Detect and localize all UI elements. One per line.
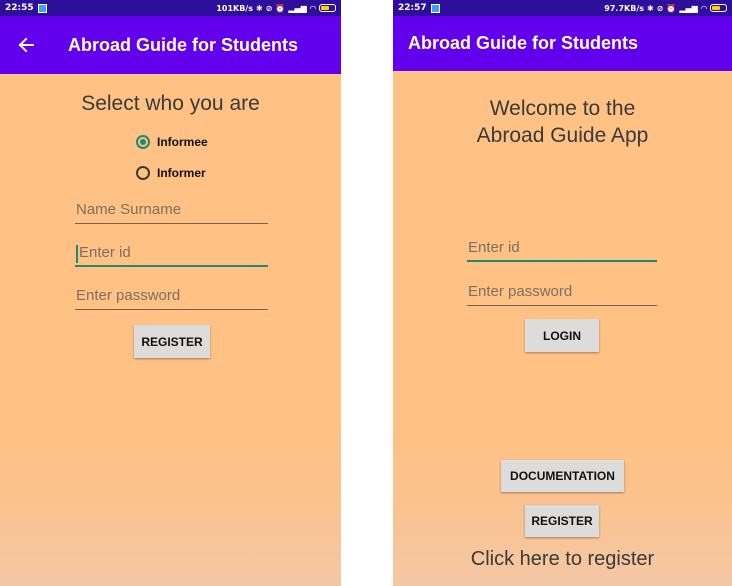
register-button[interactable]: REGISTER	[525, 505, 599, 537]
status-bar: 22:57 97.7KB/s ✱ ⊘ ⏰ ▂▄▆ ◠	[393, 0, 732, 16]
wifi-icon: ◠	[309, 3, 316, 13]
enter-id-field[interactable]	[75, 241, 268, 267]
welcome-line-2: Abroad Guide App	[476, 124, 649, 147]
signal-icon: ▂▄▆	[288, 3, 307, 13]
radio-label-informer: Informer	[157, 166, 206, 180]
select-role-heading: Select who you are	[81, 92, 260, 115]
network-speed: 101KB/s	[216, 3, 253, 13]
radio-informer[interactable]: Informer	[136, 166, 206, 180]
radio-label-informee: Informee	[157, 135, 208, 149]
radio-button-checked[interactable]	[136, 135, 150, 149]
bluetooth-icon: ✱	[256, 3, 263, 13]
register-screen: 22:55 101KB/s ✱ ⊘ ⏰ ▂▄▆ ◠ Abroad Guide f…	[0, 0, 341, 586]
radio-button-unchecked[interactable]	[136, 166, 150, 180]
alarm-icon: ⏰	[666, 3, 677, 13]
battery-icon	[710, 4, 727, 12]
app-title: Abroad Guide for Students	[68, 34, 299, 55]
alarm-icon: ⏰	[275, 3, 286, 13]
notification-icon	[37, 3, 47, 13]
status-icons: 97.7KB/s ✱ ⊘ ⏰ ▂▄▆ ◠	[604, 4, 727, 13]
status-bar: 22:55 101KB/s ✱ ⊘ ⏰ ▂▄▆ ◠	[0, 0, 341, 16]
status-time: 22:55	[5, 3, 34, 13]
app-bar: Abroad Guide for Students	[393, 16, 732, 71]
status-icons: 101KB/s ✱ ⊘ ⏰ ▂▄▆ ◠	[216, 4, 336, 13]
login-button[interactable]: LOGIN	[525, 319, 599, 352]
arrow-left-icon	[18, 37, 34, 53]
battery-icon	[319, 4, 336, 12]
network-speed: 97.7KB/s	[604, 3, 644, 13]
notification-icon	[430, 3, 440, 13]
password-field[interactable]	[467, 280, 657, 306]
app-bar: Abroad Guide for Students	[0, 16, 341, 74]
login-screen: 22:57 97.7KB/s ✱ ⊘ ⏰ ▂▄▆ ◠ Abroad Guide …	[393, 0, 732, 586]
alarm-off-icon: ⊘	[656, 3, 664, 13]
signal-icon: ▂▄▆	[679, 3, 698, 13]
app-title: Abroad Guide for Students	[408, 33, 639, 53]
radio-informee[interactable]: Informee	[136, 135, 208, 149]
name-surname-field[interactable]	[75, 198, 268, 224]
welcome-line-1: Welcome to the	[489, 97, 636, 120]
documentation-button[interactable]: DOCUMENTATION	[501, 460, 624, 492]
bluetooth-icon: ✱	[647, 3, 654, 13]
back-button[interactable]	[14, 33, 38, 57]
password-field[interactable]	[75, 284, 268, 310]
text-caret	[76, 245, 78, 263]
alarm-off-icon: ⊘	[265, 3, 273, 13]
click-to-register-text[interactable]: Click here to register	[393, 548, 732, 571]
register-button[interactable]: REGISTER	[134, 325, 210, 358]
status-time: 22:57	[398, 3, 427, 13]
enter-id-field[interactable]	[467, 236, 657, 262]
wifi-icon: ◠	[700, 3, 707, 13]
